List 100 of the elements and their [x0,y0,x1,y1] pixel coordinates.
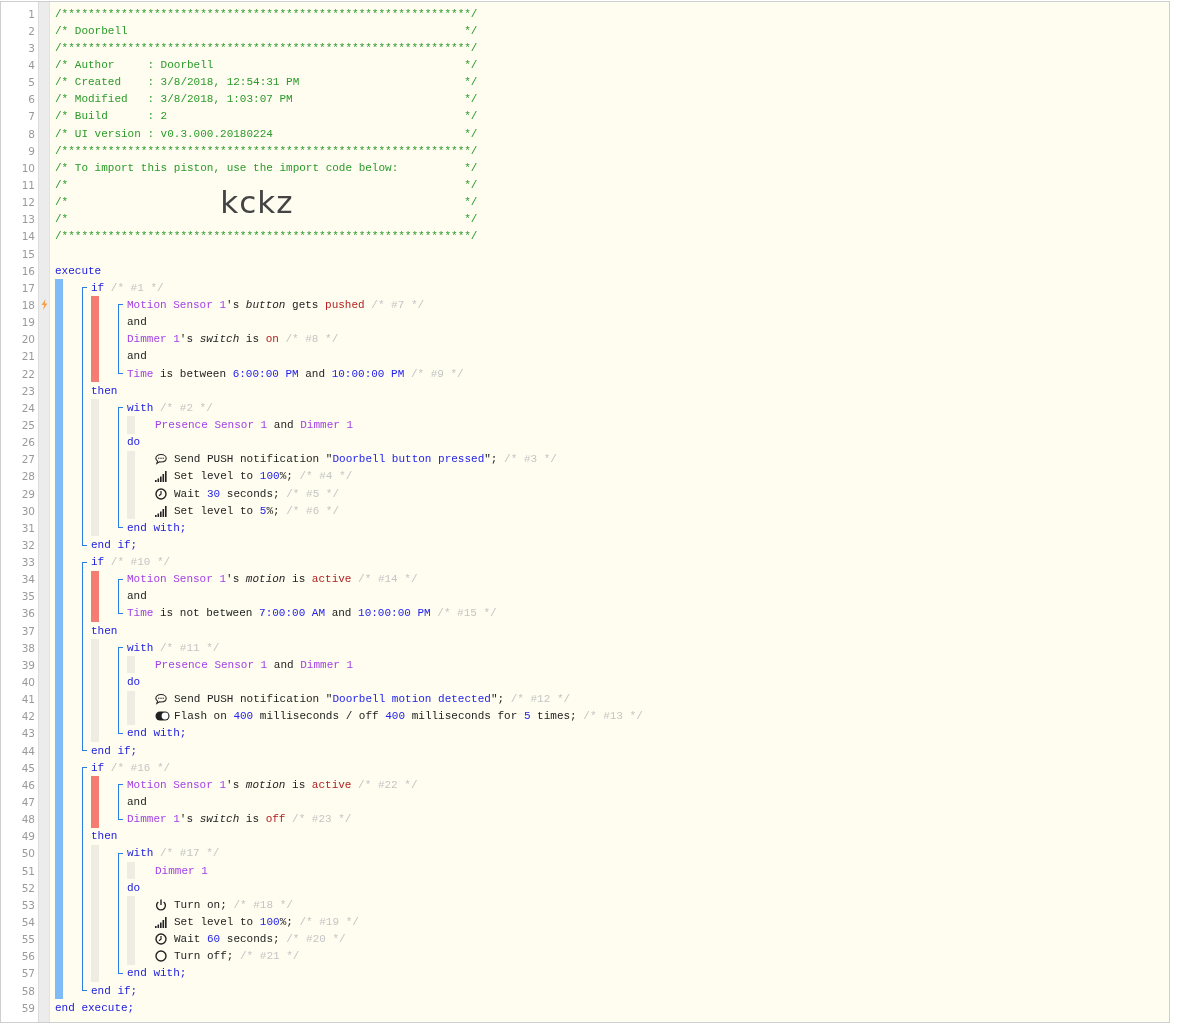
code-line: and [127,796,147,809]
line-number: 9 [28,144,35,157]
condition-block-bar [91,570,99,623]
line-number: 13 [21,213,35,226]
line-number: 40 [21,676,35,689]
speech-bubble-icon [155,693,167,706]
line-number: 17 [21,281,35,294]
line-number: 28 [21,470,35,483]
comment-end: */ [464,127,478,140]
code-line: end with; [127,727,187,740]
code-line: and [127,316,147,329]
line-number: 23 [21,384,35,397]
line-number: 3 [28,41,35,54]
comment-end: */ [464,110,478,123]
line-number: 57 [21,967,35,980]
code-line: with /* #11 */ [127,641,220,654]
line-number: 10 [21,161,35,174]
line-number: 55 [21,933,35,946]
comment-line: /* [55,196,69,209]
comment-line: /* Doorbell [55,24,128,37]
comment-line: /**************************************************************/ [55,230,478,243]
line-number: 12 [21,196,35,209]
comment-line: /* Modified : 3/8/2018, 1:03:07 PM [55,93,293,106]
code-line: Flash on 400 milliseconds / off 400 milliseconds for 5 times; /* #13 */ [174,710,643,723]
line-number: 50 [21,847,35,860]
bracket-line [118,304,123,375]
condition-block-bar [91,776,99,828]
code-line: Turn on; /* #18 */ [174,898,293,911]
line-number: 49 [21,830,35,843]
code-line: end if; [91,984,138,997]
line-number: 36 [21,607,35,620]
comment-end: */ [464,178,478,191]
code-line: Presence Sensor 1 and Dimmer 1 [155,658,354,671]
code-line: and [127,350,147,363]
code-line: then [91,384,118,397]
line-number: 41 [21,693,35,706]
line-number: 18 [21,298,35,311]
code-line: Set level to 100%; /* #4 */ [174,470,353,483]
line-number: 22 [21,367,35,380]
comment-line: /* To import this piston, use the import code below: [55,161,399,174]
code-line: Dimmer 1's switch is off /* #23 */ [127,813,352,826]
line-number: 8 [28,127,35,140]
line-number: 39 [21,658,35,671]
line-number: 33 [21,556,35,569]
comment-end: */ [464,59,478,71]
line-number: 56 [21,950,35,963]
power-icon [155,898,167,911]
toggle-icon [155,711,170,722]
code-line: Set level to 100%; /* #19 */ [174,916,359,928]
comment-line: /**************************************************************/ [55,7,478,20]
code-line: execute [55,264,102,277]
line-number: 58 [21,984,35,997]
code-line: end with; [127,521,187,534]
line-number: 6 [28,93,35,106]
line-number: 1 [28,7,35,20]
line-number: 14 [21,230,35,243]
code-line: Motion Sensor 1's motion is active /* #14 */ [127,573,418,586]
line-number: 37 [21,624,35,637]
comment-line: /* Author : Doorbell [55,59,214,71]
comment-end: */ [464,213,478,226]
code-line: Send PUSH notification "Doorbell button pressed"; /* #3 */ [174,453,557,466]
line-number: 52 [21,881,35,894]
code-line: Wait 60 seconds; /* #20 */ [174,933,346,946]
line-number: 34 [21,573,35,586]
code-line: and [127,590,147,603]
line-number: 45 [21,761,35,774]
code-line: do [127,436,141,449]
comment-end: */ [464,196,478,209]
line-number: 35 [21,590,35,603]
code-line: end execute; [55,1001,135,1014]
line-number: 24 [21,401,35,414]
line-number: 16 [21,264,35,277]
code-line: Time is not between 7:00:00 AM and 10:00:00 PM /* #15 */ [127,607,497,620]
code-line: end if; [91,744,138,757]
line-number: 21 [21,350,35,363]
line-number: 2 [28,24,35,37]
code-line: Wait 30 seconds; /* #5 */ [174,487,340,500]
code-line: then [91,624,118,637]
code-line: then [91,830,118,843]
comment-line: /**************************************************************/ [55,41,478,54]
line-number: 25 [21,418,35,431]
line-number: 11 [21,178,35,191]
code-line: Dimmer 1 [155,864,208,877]
line-number: 30 [21,504,35,517]
code-line: do [127,676,141,689]
line-number: 26 [21,436,35,449]
line-number: 19 [21,316,35,329]
code-line: Time is between 6:00:00 PM and 10:00:00 PM /* #9 */ [127,367,464,380]
line-number: 38 [21,641,35,654]
comment-line: /* Build : 2 [55,110,168,123]
speech-bubble-icon [155,453,167,466]
code-line: Motion Sensor 1's button gets pushed /* #7 */ [127,298,425,311]
signal-bars-icon [155,916,167,928]
line-number: 29 [21,487,35,500]
comment-end: */ [464,161,478,174]
comment-line: /* [55,213,69,226]
comment-line: /* [55,178,69,191]
code-line: Presence Sensor 1 and Dimmer 1 [155,418,354,431]
line-number: 27 [21,453,35,466]
line-number: 51 [21,864,35,877]
